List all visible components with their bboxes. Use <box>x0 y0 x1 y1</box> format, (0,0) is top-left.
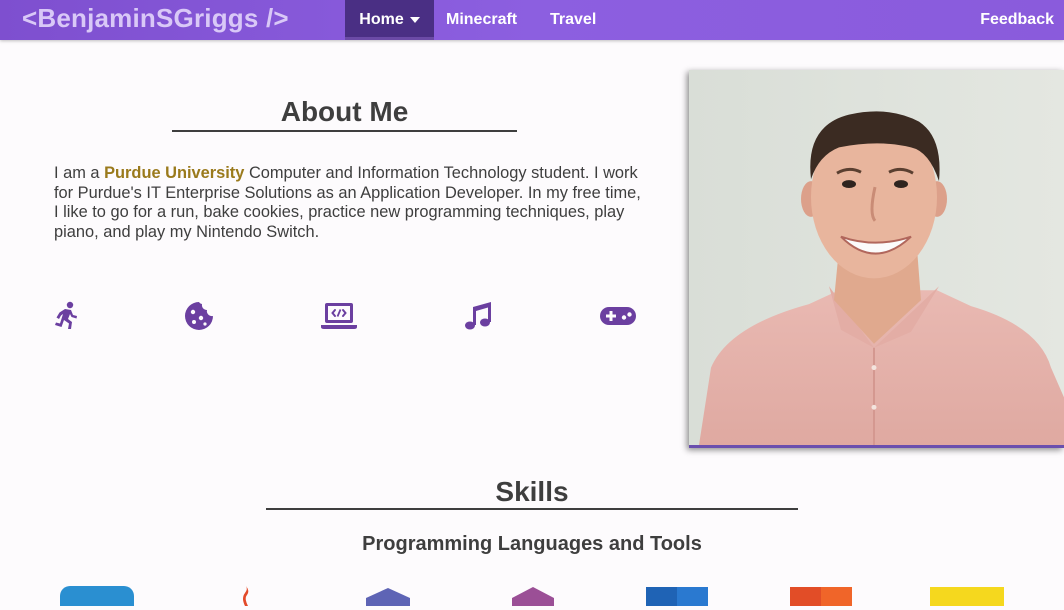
running-icon <box>51 300 83 332</box>
nav-feedback[interactable]: Feedback <box>980 0 1054 40</box>
csharp-logo-icon <box>512 586 554 606</box>
nav-minecraft[interactable]: Minecraft <box>446 0 517 40</box>
skills-title-underline <box>266 508 798 510</box>
purdue-highlight: Purdue University <box>104 164 245 182</box>
about-paragraph: I am a Purdue University Computer and In… <box>54 164 644 242</box>
java-logo-icon <box>240 586 254 606</box>
caret-down-icon <box>409 16 420 23</box>
about-title-underline <box>172 130 517 132</box>
cookie-icon <box>183 300 215 332</box>
brand-logo[interactable]: <BenjaminSGriggs /> <box>22 3 289 34</box>
nav-home-label: Home <box>359 11 404 28</box>
css3-logo-icon <box>646 586 708 607</box>
blue-logo-icon <box>60 586 134 610</box>
js-logo-icon <box>930 586 1004 607</box>
nav-home-dropdown[interactable]: Home <box>345 0 434 40</box>
about-intro: I am a <box>54 164 105 182</box>
music-icon <box>462 300 494 332</box>
skills-title: Skills <box>495 476 569 507</box>
profile-photo <box>689 70 1064 448</box>
skills-subtitle: Programming Languages and Tools <box>362 533 702 555</box>
html5-logo-icon <box>790 586 852 607</box>
nav-travel[interactable]: Travel <box>550 0 596 40</box>
php-logo-icon <box>366 586 410 606</box>
gamepad-icon <box>599 300 637 332</box>
laptop-code-icon <box>321 300 357 332</box>
navbar: <BenjaminSGriggs /> Home Minecraft Trave… <box>0 0 1064 40</box>
about-title: About Me <box>280 96 409 127</box>
